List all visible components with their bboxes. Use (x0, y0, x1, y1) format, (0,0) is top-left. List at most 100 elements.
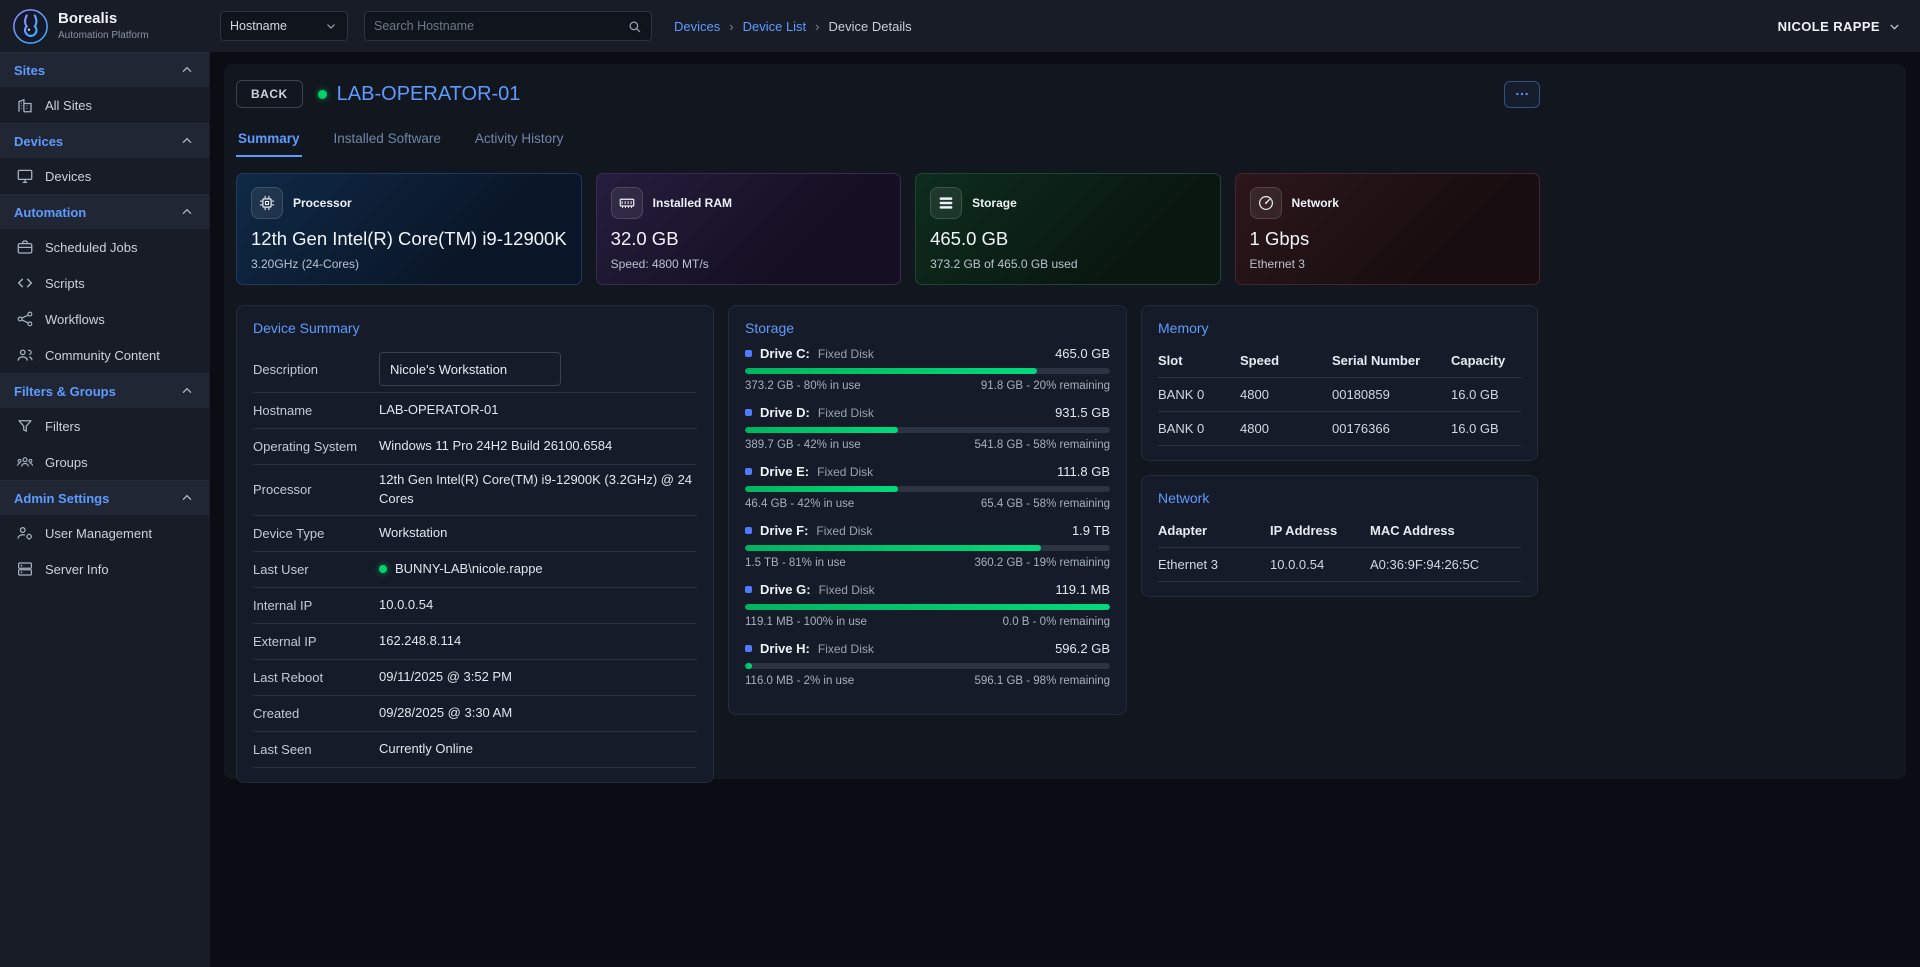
sidebar-item-scripts[interactable]: Scripts (0, 265, 209, 301)
memory-cell: BANK 0 (1158, 378, 1240, 412)
online-status-dot (318, 90, 327, 99)
sidebar-item-all-sites[interactable]: All Sites (0, 87, 209, 123)
stat-card-value: 465.0 GB (930, 228, 1205, 250)
drive-size: 465.0 GB (1055, 346, 1110, 361)
chevron-up-icon (179, 62, 195, 78)
hostname-search (364, 11, 652, 41)
memory-cell: 00180859 (1332, 378, 1451, 412)
sidebar-item-scheduled-jobs[interactable]: Scheduled Jobs (0, 229, 209, 265)
row-label: Hostname (253, 403, 361, 418)
drive-bullet-icon (745, 527, 752, 534)
drive-bullet-icon (745, 409, 752, 416)
sidebar-item-label: Community Content (45, 348, 160, 363)
drive-bullet-icon (745, 350, 752, 357)
more-options-icon (1514, 86, 1530, 102)
chevron-up-icon (179, 204, 195, 220)
device-summary-panel: Device Summary Description Hostname LAB-… (236, 305, 714, 783)
hostname-filter-select[interactable]: Hostname (220, 11, 348, 41)
workflow-hub-icon (16, 310, 34, 328)
stat-card-value: 12th Gen Intel(R) Core(TM) i9-12900K (251, 228, 567, 250)
drive-usage-bar (745, 427, 1110, 433)
drive-type: Fixed Disk (819, 583, 875, 597)
drive-name: Drive E: (760, 464, 809, 479)
server-icon (16, 560, 34, 578)
col-header: MAC Address (1370, 516, 1521, 548)
sidebar-item-devices[interactable]: Devices (0, 158, 209, 194)
search-icon (627, 19, 642, 34)
tab-summary[interactable]: Summary (236, 122, 302, 157)
row-label: Last Seen (253, 742, 361, 757)
sidebar-item-server-info[interactable]: Server Info (0, 551, 209, 587)
drive-row-f: Drive F: Fixed Disk 1.9 TB 1.5 TB - 81% … (745, 523, 1110, 569)
drive-usage-bar (745, 486, 1110, 492)
brand: Borealis Automation Platform (0, 0, 209, 52)
drive-remaining: 65.4 GB - 58% remaining (981, 498, 1110, 510)
row-label: Last Reboot (253, 670, 361, 685)
memory-panel: Memory Slot Speed Serial Number Capacity… (1141, 305, 1538, 461)
drive-row-e: Drive E: Fixed Disk 111.8 GB 46.4 GB - 4… (745, 464, 1110, 510)
drive-row-c: Drive C: Fixed Disk 465.0 GB 373.2 GB - … (745, 346, 1110, 392)
sidebar-item-filters[interactable]: Filters (0, 408, 209, 444)
sidebar-item-groups[interactable]: Groups (0, 444, 209, 480)
memory-cell: BANK 0 (1158, 412, 1240, 446)
sidebar-item-community-content[interactable]: Community Content (0, 337, 209, 373)
sidebar-item-label: Devices (45, 169, 91, 184)
row-label: Last User (253, 562, 361, 577)
sidebar: Borealis Automation Platform Sites All S… (0, 0, 210, 967)
app-subtitle: Automation Platform (58, 30, 149, 41)
tab-installed-software[interactable]: Installed Software (332, 122, 443, 157)
row-label: Operating System (253, 439, 361, 454)
sidebar-item-workflows[interactable]: Workflows (0, 301, 209, 337)
drive-type: Fixed Disk (818, 642, 874, 656)
panel-title: Device Summary (253, 320, 697, 336)
drive-name: Drive F: (760, 523, 808, 538)
tab-activity-history[interactable]: Activity History (473, 122, 566, 157)
col-header: Capacity (1451, 346, 1521, 378)
sidebar-section-admin-settings[interactable]: Admin Settings (0, 480, 209, 515)
drive-used: 46.4 GB - 42% in use (745, 498, 854, 510)
memory-cell: 4800 (1240, 378, 1332, 412)
search-input[interactable] (374, 19, 619, 33)
drive-used: 116.0 MB - 2% in use (745, 675, 854, 687)
drive-used: 119.1 MB - 100% in use (745, 616, 867, 628)
summary-row-last-user: Last User BUNNY-LAB\nicole.rappe (253, 552, 697, 588)
user-gear-icon (16, 524, 34, 542)
drive-type: Fixed Disk (817, 465, 873, 479)
back-button[interactable]: BACK (236, 80, 303, 108)
stat-card-footer: 373.2 GB of 465.0 GB used (930, 257, 1205, 271)
code-icon (16, 274, 34, 292)
device-header: BACK LAB-OPERATOR-01 (236, 80, 1540, 108)
more-options-button[interactable] (1504, 81, 1540, 108)
row-value: 12th Gen Intel(R) Core(TM) i9-12900K (3.… (379, 471, 697, 509)
drive-size: 931.5 GB (1055, 405, 1110, 420)
breadcrumb-separator: › (729, 19, 733, 34)
drive-usage-bar (745, 604, 1110, 610)
row-value: Currently Online (379, 740, 697, 759)
sidebar-section-devices[interactable]: Devices (0, 123, 209, 158)
drive-remaining: 360.2 GB - 19% remaining (974, 557, 1110, 569)
chevron-up-icon (179, 133, 195, 149)
breadcrumb-devices[interactable]: Devices (674, 19, 720, 34)
sidebar-section-sites[interactable]: Sites (0, 52, 209, 87)
sidebar-section-automation[interactable]: Automation (0, 194, 209, 229)
breadcrumb-device-list[interactable]: Device List (743, 19, 807, 34)
row-value: 10.0.0.54 (379, 596, 697, 615)
chevron-up-icon (179, 490, 195, 506)
cpu-icon (258, 194, 276, 212)
app-name: Borealis (58, 11, 149, 28)
sidebar-item-label: Groups (45, 455, 88, 470)
filter-icon (16, 417, 34, 435)
sidebar-item-user-management[interactable]: User Management (0, 515, 209, 551)
network-cell: A0:36:9F:94:26:5C (1370, 548, 1521, 582)
sidebar-section-filters-groups[interactable]: Filters & Groups (0, 373, 209, 408)
drive-remaining: 541.8 GB - 58% remaining (974, 439, 1110, 451)
drive-size: 596.2 GB (1055, 641, 1110, 656)
drive-size: 1.9 TB (1072, 523, 1110, 538)
user-menu[interactable]: NICOLE RAPPE (1778, 19, 1902, 34)
drive-name: Drive D: (760, 405, 810, 420)
stat-card-title: Storage (972, 196, 1017, 210)
memory-cell: 16.0 GB (1451, 412, 1521, 446)
row-label: Internal IP (253, 598, 361, 613)
description-input[interactable] (379, 352, 561, 386)
drive-name: Drive H: (760, 641, 810, 656)
